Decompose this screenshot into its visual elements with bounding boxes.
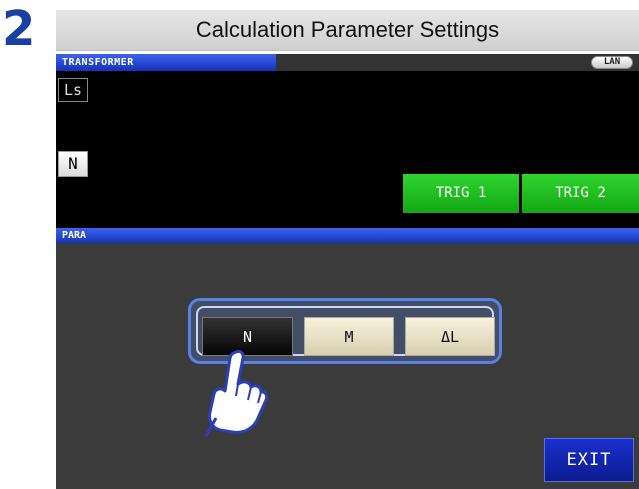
- lan-badge: LAN: [591, 56, 633, 69]
- para-section-header: PARA: [56, 228, 639, 243]
- exit-button[interactable]: EXIT: [544, 438, 634, 482]
- option-m-button[interactable]: M: [304, 317, 394, 356]
- option-delta-l-button[interactable]: ΔL: [405, 317, 495, 356]
- mode-label: TRANSFORMER: [62, 57, 134, 68]
- ls-parameter: Ls: [58, 78, 88, 102]
- instrument-screen: TRANSFORMER LAN Ls N TRIG 1 TRIG 2 PARA …: [56, 54, 639, 489]
- page-title: Calculation Parameter Settings: [56, 10, 639, 51]
- step-number: 2: [2, 1, 36, 57]
- n-parameter[interactable]: N: [58, 151, 88, 177]
- header-bar: TRANSFORMER LAN: [56, 54, 639, 71]
- trig2-button[interactable]: TRIG 2: [522, 174, 639, 213]
- trig1-button[interactable]: TRIG 1: [403, 174, 519, 213]
- pointing-hand-icon: [204, 349, 269, 437]
- para-label: PARA: [62, 230, 87, 241]
- header-mode-area: TRANSFORMER: [56, 54, 276, 71]
